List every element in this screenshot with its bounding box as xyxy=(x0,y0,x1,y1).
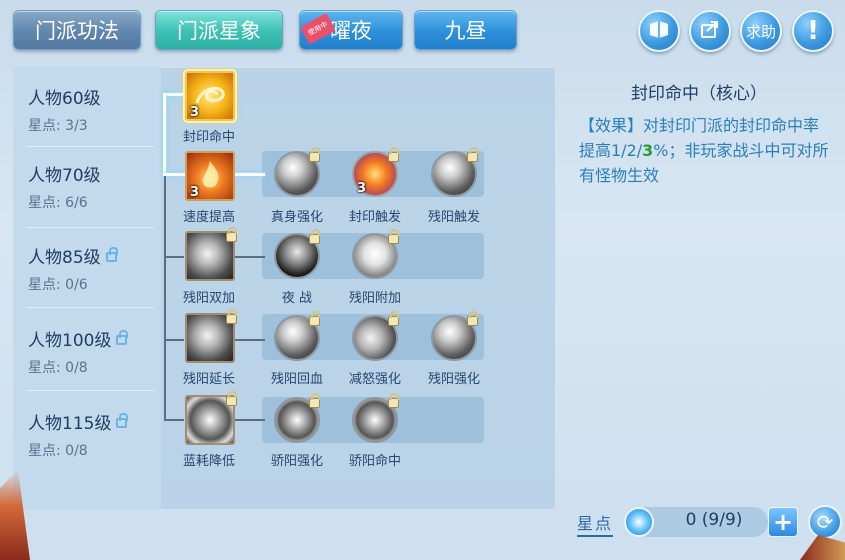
lock-icon xyxy=(388,147,399,162)
level-name: 人物115级 xyxy=(28,409,148,434)
tab-label: 门派功法 xyxy=(35,19,119,43)
level-row: 人物60级 星点: 3/3 xyxy=(28,84,148,135)
lock-icon xyxy=(309,393,320,408)
connector-line xyxy=(164,339,184,341)
level-name: 人物60级 xyxy=(28,89,101,109)
star-gem-icon xyxy=(624,507,654,537)
lock-icon xyxy=(388,229,399,244)
tab-sect-skills[interactable]: 门派功法 xyxy=(13,10,141,50)
skill-label: 残阳回血 xyxy=(270,372,323,387)
connector-line xyxy=(164,176,166,419)
connector-line xyxy=(163,93,185,96)
book-icon xyxy=(648,19,670,43)
lock-icon xyxy=(116,329,129,345)
level-row: 人物115级 星点: 0/8 xyxy=(28,409,148,460)
divider xyxy=(26,146,154,147)
connector-line xyxy=(235,256,265,258)
decorative-ornament xyxy=(800,535,845,560)
divider xyxy=(26,390,154,391)
connector-line xyxy=(164,419,184,421)
divider xyxy=(26,227,154,228)
lock-icon xyxy=(226,309,237,324)
level-row: 人物100级 星点: 0/8 xyxy=(28,326,148,377)
help-label: 求助 xyxy=(745,22,776,41)
connector-line xyxy=(235,173,265,176)
skill-level: 3 xyxy=(190,185,200,200)
skill-label: 真身强化 xyxy=(270,210,323,225)
star-points-value: 0 (9/9) xyxy=(685,510,743,530)
skill-label: 减怒强化 xyxy=(348,372,401,387)
skill-label: 封印触发 xyxy=(348,210,401,225)
level-name: 人物85级 xyxy=(28,243,148,268)
alert-button[interactable]: ! xyxy=(792,10,834,52)
level-stars: 星点: 0/8 xyxy=(28,360,88,376)
lock-icon xyxy=(226,391,237,406)
tab-label: 九昼 xyxy=(444,19,487,43)
lock-icon xyxy=(226,227,237,242)
skill-label: 残阳附加 xyxy=(348,291,401,306)
level-stars: 星点: 3/3 xyxy=(28,118,88,134)
tab-sect-constellation[interactable]: 门派星象 xyxy=(155,10,283,50)
book-button[interactable] xyxy=(638,10,680,52)
divider xyxy=(26,307,154,308)
skill-seal-hit-icon[interactable]: 3 xyxy=(185,71,235,121)
lock-icon xyxy=(309,147,320,162)
lock-icon xyxy=(388,311,399,326)
connector-line xyxy=(235,339,265,341)
tab-label: 门派星象 xyxy=(177,19,261,43)
lock-icon xyxy=(467,147,478,162)
reset-button[interactable]: ⟳ xyxy=(808,505,842,539)
skill-level: 3 xyxy=(190,105,200,120)
connector-line xyxy=(164,256,184,258)
help-button[interactable]: 求助 xyxy=(740,10,782,52)
skill-detail-panel: 封印命中（核心） 【效果】对封印门派的封印命中率提高1/2/3%；非玩家战斗中可… xyxy=(565,67,845,510)
skill-level: 3 xyxy=(357,181,367,196)
level-stars: 星点: 6/6 xyxy=(28,195,88,211)
level-row: 人物70级 星点: 6/6 xyxy=(28,161,148,212)
exclamation-icon: ! xyxy=(807,16,819,46)
connector-line xyxy=(235,419,265,421)
tab-jiuzhou[interactable]: 九昼 xyxy=(414,10,517,50)
skill-label: 骄阳命中 xyxy=(348,454,401,469)
skill-label: 残阳强化 xyxy=(427,372,480,387)
refresh-icon: ⟳ xyxy=(816,510,834,534)
skill-label: 残阳触发 xyxy=(427,210,480,225)
skill-speed-icon[interactable]: 3 xyxy=(185,151,235,201)
level-row: 人物85级 星点: 0/6 xyxy=(28,243,148,294)
skill-label: 骄阳强化 xyxy=(270,454,323,469)
connector-line xyxy=(163,173,185,176)
lock-icon xyxy=(388,393,399,408)
lock-icon xyxy=(116,412,129,428)
add-star-button[interactable]: + xyxy=(768,507,798,537)
lock-icon xyxy=(309,311,320,326)
highlight-value: 3 xyxy=(642,141,654,160)
level-stars: 星点: 0/6 xyxy=(28,277,88,293)
lock-icon xyxy=(309,229,320,244)
detail-description: 【效果】对封印门派的封印命中率提高1/2/3%；非玩家战斗中可对所有怪物生效 xyxy=(579,116,829,185)
skill-label: 残阳双加 xyxy=(182,291,235,306)
skill-label: 夜 战 xyxy=(281,291,313,306)
skill-label: 速度提高 xyxy=(182,210,235,225)
detail-title: 封印命中（核心） xyxy=(631,84,767,104)
skill-label: 封印命中 xyxy=(182,130,235,145)
tab-label: 曜夜 xyxy=(330,19,372,43)
connector-line xyxy=(163,93,166,175)
lock-icon xyxy=(467,311,478,326)
level-stars: 星点: 0/8 xyxy=(28,443,88,459)
star-points-label: 星点 xyxy=(577,510,614,537)
share-button[interactable] xyxy=(689,10,731,52)
share-icon xyxy=(699,18,721,44)
skill-label: 蓝耗降低 xyxy=(182,454,235,469)
skill-label: 残阳延长 xyxy=(182,372,235,387)
level-name: 人物100级 xyxy=(28,326,148,351)
lock-icon xyxy=(105,246,118,262)
level-name: 人物70级 xyxy=(28,166,101,186)
tab-yaoye[interactable]: 曜夜 使用中 xyxy=(299,10,403,50)
